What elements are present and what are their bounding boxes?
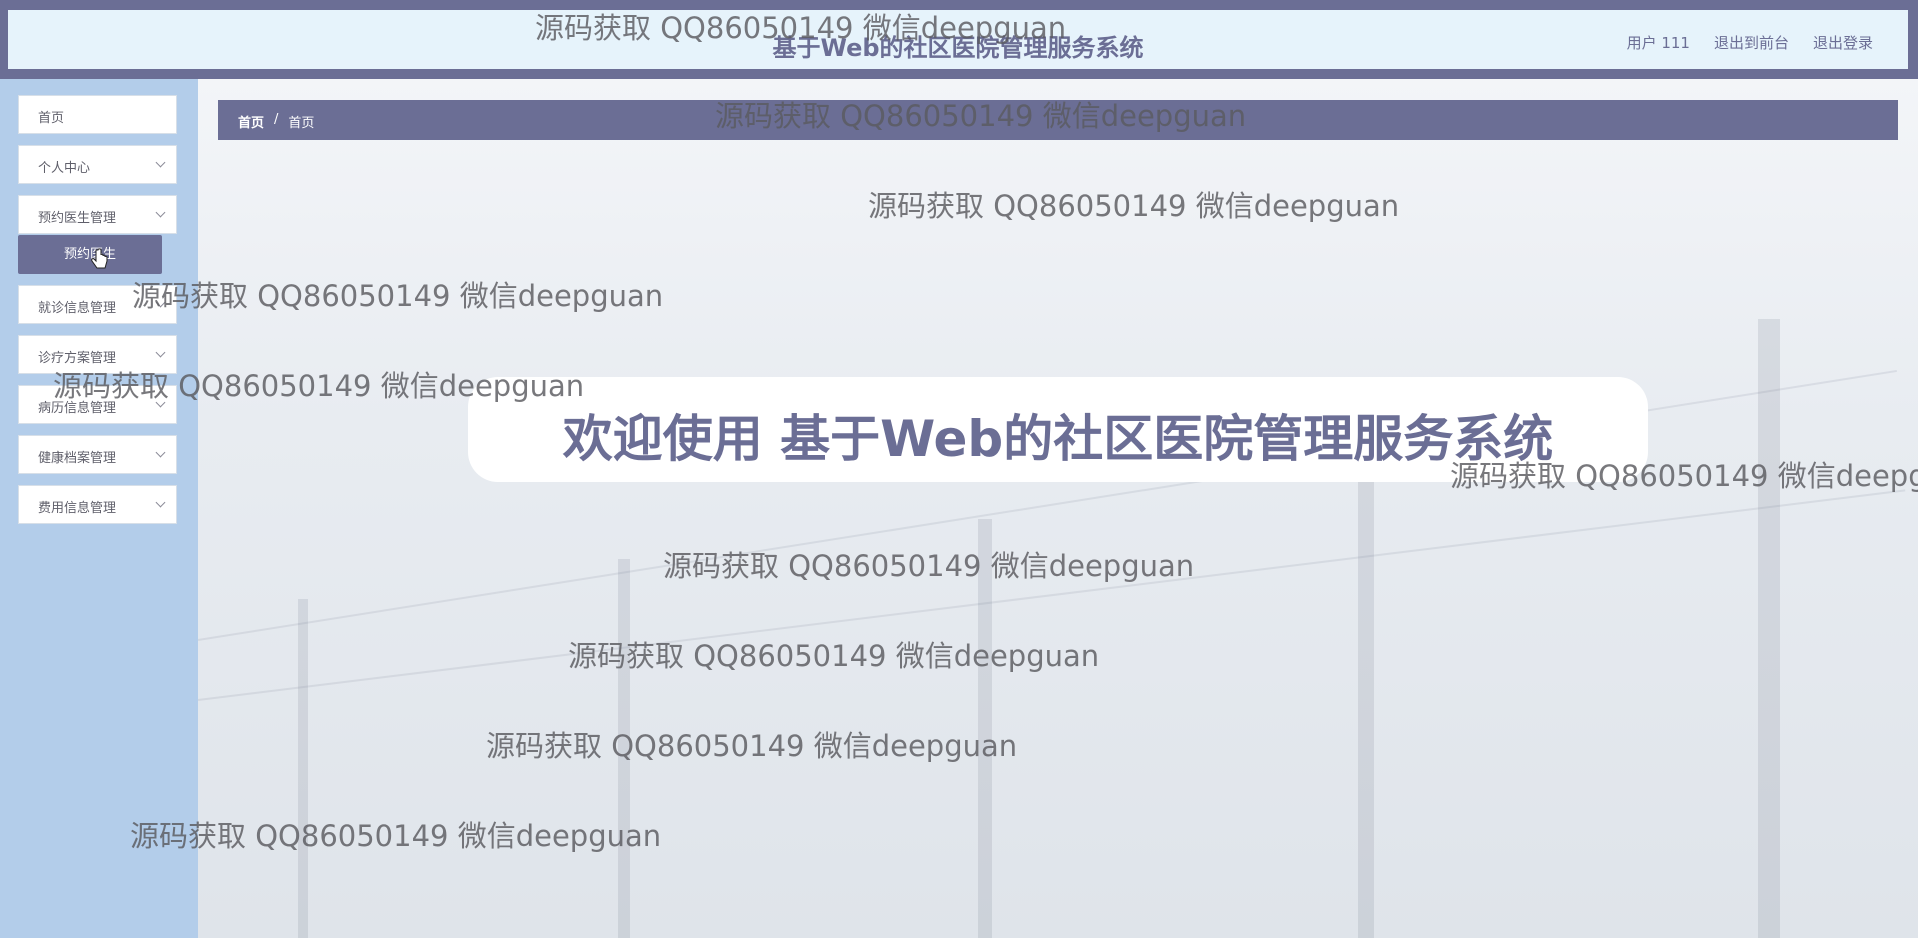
sidebar-item-medical-records[interactable]: 病历信息管理 [18,385,177,424]
chevron-down-icon [155,397,166,408]
exit-to-front-link[interactable]: 退出到前台 [1714,32,1789,53]
sidebar-item-label: 病历信息管理 [38,401,117,416]
sidebar-item-label: 就诊信息管理 [38,301,117,316]
breadcrumb-current: 首页 [288,116,315,131]
hand-cursor-icon [91,248,108,269]
sidebar-item-appointment-management[interactable]: 预约医生管理 [18,195,177,234]
sidebar-item-label: 预约医生管理 [38,211,117,226]
breadcrumb-home-link[interactable]: 首页 [238,112,264,131]
breadcrumb: 首页 / 首页 [218,100,1898,140]
header-bar: 基于Web的社区医院管理服务系统 用户 111 退出到前台 退出登录 [8,10,1908,69]
user-label: 用户 111 [1626,34,1690,52]
sidebar-item-label: 费用信息管理 [38,501,117,516]
sidebar-item-label: 个人中心 [38,161,91,176]
chevron-down-icon [155,497,166,508]
chevron-down-icon [155,447,166,458]
welcome-card: 欢迎使用 基于Web的社区医院管理服务系统 [468,377,1648,482]
chevron-down-icon [155,347,166,358]
sidebar-item-home[interactable]: 首页 [18,95,177,134]
chevron-down-icon [155,297,166,308]
sidebar-item-label: 诊疗方案管理 [38,351,117,366]
app-title: 基于Web的社区医院管理服务系统 [772,34,1144,62]
breadcrumb-separator: / [274,112,279,127]
sidebar-item-health-files[interactable]: 健康档案管理 [18,435,177,474]
header-links: 用户 111 退出到前台 退出登录 [1627,32,1873,53]
welcome-heading: 欢迎使用 基于Web的社区医院管理服务系统 [562,410,1554,468]
main-content: 首页 / 首页 欢迎使用 基于Web的社区医院管理服务系统 [198,79,1918,938]
background-pole [1358,479,1374,938]
background-wire [198,489,1906,701]
sidebar-item-personal-center[interactable]: 个人中心 [18,145,177,184]
background-pole [1758,319,1780,938]
sidebar-item-treatment-plan[interactable]: 诊疗方案管理 [18,335,177,374]
logout-link[interactable]: 退出登录 [1813,32,1873,53]
chevron-down-icon [155,157,166,168]
sidebar-item-label: 首页 [38,111,65,126]
chevron-down-icon [155,207,166,218]
sidebar-item-label: 健康档案管理 [38,451,117,466]
background-pole [978,519,992,938]
sidebar-item-visit-info[interactable]: 就诊信息管理 [18,285,177,324]
sidebar-item-fee-info[interactable]: 费用信息管理 [18,485,177,524]
background-pole [618,559,630,938]
background-pole [298,599,308,938]
